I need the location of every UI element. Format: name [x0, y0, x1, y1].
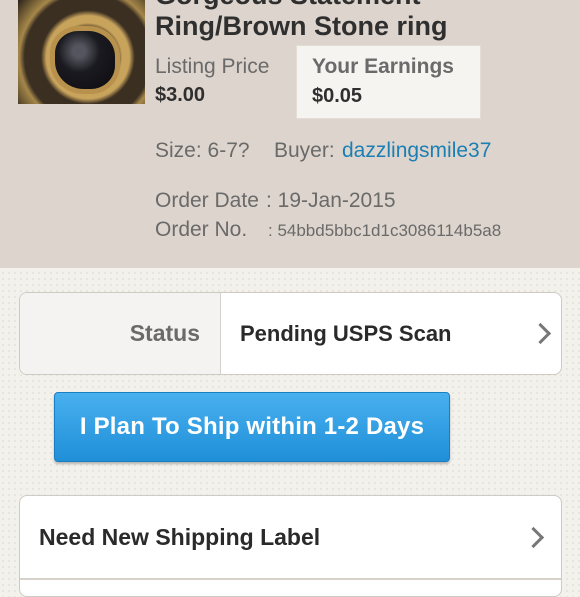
order-header: Gorgeous Statement Ring/Brown Stone ring… — [0, 0, 580, 268]
item-title: Gorgeous Statement Ring/Brown Stone ring — [155, 0, 575, 42]
shipping-label-text: Need New Shipping Label — [39, 524, 321, 550]
listing-price-value: $3.00 — [155, 84, 206, 106]
earnings-label: Your Earnings — [312, 55, 454, 78]
buyer-link[interactable]: dazzlingsmile37 — [342, 139, 491, 163]
order-date-value: : 19-Jan-2015 — [266, 189, 396, 212]
status-row[interactable]: Status Pending USPS Scan — [19, 292, 562, 375]
order-no-label: Order No. — [155, 218, 248, 241]
order-no-value: : 54bbd5bbc1d1c3086114b5a8 — [268, 221, 502, 240]
item-title-line1: Gorgeous Statement — [155, 0, 575, 11]
size-text: Size: 6-7? — [155, 139, 250, 162]
order-date-label: Order Date — [155, 189, 259, 212]
item-thumbnail[interactable] — [18, 0, 145, 104]
item-title-line2: Ring/Brown Stone ring — [155, 11, 448, 41]
earnings-box: Your Earnings $0.05 — [296, 45, 481, 119]
plan-to-ship-button[interactable]: I Plan To Ship within 1-2 Days — [54, 392, 450, 462]
status-value: Pending USPS Scan — [240, 321, 452, 346]
earnings-value: $0.05 — [312, 85, 363, 107]
shipping-label-row[interactable]: Need New Shipping Label — [19, 495, 562, 597]
chevron-right-icon — [529, 322, 552, 345]
ring-stone-image — [50, 26, 120, 94]
listing-price-label: Listing Price — [155, 55, 270, 78]
buyer-label: Buyer: — [274, 139, 335, 162]
status-label: Status — [129, 320, 200, 346]
status-label-cell: Status — [20, 293, 221, 374]
chevron-right-icon — [522, 526, 545, 549]
